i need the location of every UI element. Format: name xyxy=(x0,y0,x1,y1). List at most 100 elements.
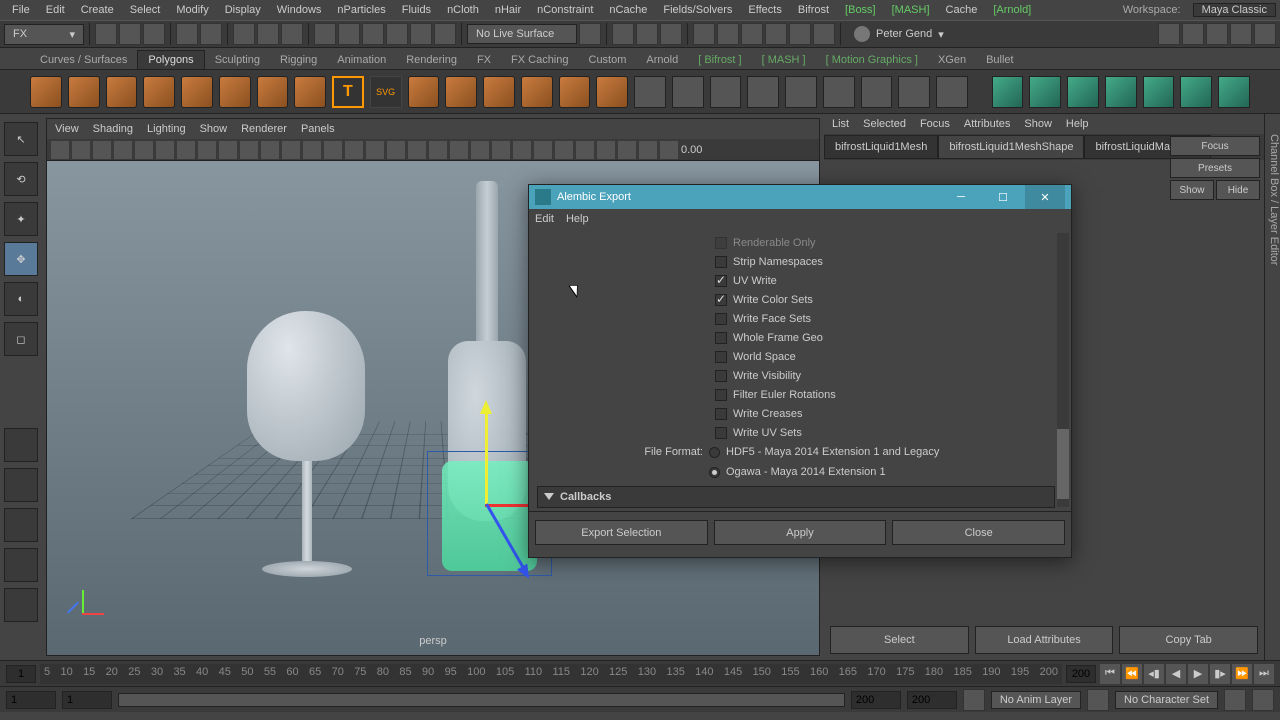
vp-icon[interactable] xyxy=(72,141,90,159)
undo-icon[interactable] xyxy=(176,23,198,45)
vp-icon[interactable] xyxy=(450,141,468,159)
menu-edit[interactable]: Edit xyxy=(38,4,73,16)
prefs-icon[interactable] xyxy=(1252,689,1274,711)
shelf-tab-arnold[interactable]: Arnold xyxy=(636,51,688,69)
vp-icon[interactable] xyxy=(303,141,321,159)
vp-icon[interactable] xyxy=(177,141,195,159)
step-fwd-icon[interactable]: ⏩ xyxy=(1232,664,1252,684)
vp-icon[interactable] xyxy=(492,141,510,159)
quad-draw-icon[interactable] xyxy=(1105,76,1137,108)
time-end-field[interactable] xyxy=(1066,665,1096,683)
crease-icon[interactable] xyxy=(1218,76,1250,108)
menu-nconstraint[interactable]: nConstraint xyxy=(529,4,601,16)
vp-icon[interactable] xyxy=(114,141,132,159)
mirror-icon[interactable] xyxy=(936,76,968,108)
menu-create[interactable]: Create xyxy=(73,4,122,16)
vp-icon[interactable] xyxy=(534,141,552,159)
construction-icon[interactable] xyxy=(612,23,634,45)
shelf-tab-rigging[interactable]: Rigging xyxy=(270,51,327,69)
vp-icon[interactable] xyxy=(387,141,405,159)
menu-fluids[interactable]: Fluids xyxy=(394,4,439,16)
shelf-tab-curves[interactable]: Curves / Surfaces xyxy=(30,51,137,69)
menu-cache[interactable]: Cache xyxy=(938,4,986,16)
poly-plane-icon[interactable] xyxy=(181,76,213,108)
ae-list[interactable]: List xyxy=(832,118,849,130)
extrude-icon[interactable] xyxy=(710,76,742,108)
close-icon[interactable]: ✕ xyxy=(1025,185,1065,209)
account-area[interactable]: Peter Gend ▾ xyxy=(846,26,952,42)
checkbox-write-uv-sets[interactable] xyxy=(715,427,727,439)
ae-attributes[interactable]: Attributes xyxy=(964,118,1010,130)
move-tool[interactable]: ✥ xyxy=(4,242,38,276)
rotate-tool[interactable]: ◐ xyxy=(4,282,38,316)
vp-icon[interactable] xyxy=(135,141,153,159)
ae-copytab-button[interactable]: Copy Tab xyxy=(1119,626,1258,654)
menu-mash[interactable]: [MASH] xyxy=(884,4,938,16)
checkbox-whole-frame-geo[interactable] xyxy=(715,332,727,344)
layout-single-icon[interactable] xyxy=(4,508,38,542)
close-button[interactable]: Close xyxy=(892,520,1065,545)
apply-button[interactable]: Apply xyxy=(714,520,887,545)
play-back-icon[interactable]: ◀ xyxy=(1166,664,1186,684)
loop-icon[interactable] xyxy=(963,689,985,711)
snap-icon[interactable] xyxy=(410,23,432,45)
create-poly-icon[interactable] xyxy=(1143,76,1175,108)
shelf-tab-polygons[interactable]: Polygons xyxy=(137,50,204,69)
range-track[interactable] xyxy=(118,693,845,707)
shelf-tab-motiongfx[interactable]: [ Motion Graphics ] xyxy=(816,51,928,69)
range-end-d[interactable] xyxy=(907,691,957,709)
shelf-tab-fx[interactable]: FX xyxy=(467,51,501,69)
shelf-tab-fxcaching[interactable]: FX Caching xyxy=(501,51,578,69)
render-icon[interactable] xyxy=(789,23,811,45)
vp-icon[interactable] xyxy=(261,141,279,159)
vp-show[interactable]: Show xyxy=(200,123,228,135)
ae-tab[interactable]: bifrostLiquid1MeshShape xyxy=(938,135,1084,159)
checkbox-uv-write[interactable] xyxy=(715,275,727,287)
menu-arnold[interactable]: [Arnold] xyxy=(985,4,1039,16)
poly-soccer-icon[interactable] xyxy=(521,76,553,108)
vp-lighting[interactable]: Lighting xyxy=(147,123,186,135)
layout-persp-icon[interactable] xyxy=(4,588,38,622)
scrollbar-thumb[interactable] xyxy=(1057,429,1069,499)
select-mode-icon[interactable] xyxy=(233,23,255,45)
vp-icon[interactable] xyxy=(429,141,447,159)
vp-icon[interactable] xyxy=(408,141,426,159)
bool-union-icon[interactable] xyxy=(992,76,1024,108)
select-mode-icon[interactable] xyxy=(257,23,279,45)
vp-icon[interactable] xyxy=(618,141,636,159)
vp-icon[interactable] xyxy=(660,141,678,159)
vp-icon[interactable] xyxy=(324,141,342,159)
step-back-icon[interactable]: ⏪ xyxy=(1122,664,1142,684)
vp-icon[interactable] xyxy=(219,141,237,159)
anim-layer-combo[interactable]: No Anim Layer xyxy=(991,691,1081,709)
render-icon[interactable] xyxy=(717,23,739,45)
construction-icon[interactable] xyxy=(636,23,658,45)
construction-icon[interactable] xyxy=(660,23,682,45)
vp-renderer[interactable]: Renderer xyxy=(241,123,287,135)
checkbox-world-space[interactable] xyxy=(715,351,727,363)
poly-sphere-icon[interactable] xyxy=(30,76,62,108)
ae-presets-button[interactable]: Presets xyxy=(1170,158,1260,178)
vp-panels[interactable]: Panels xyxy=(301,123,335,135)
time-start-field[interactable] xyxy=(6,665,36,683)
vp-icon[interactable] xyxy=(366,141,384,159)
redo-icon[interactable] xyxy=(200,23,222,45)
radio-hdf5[interactable] xyxy=(709,447,720,458)
render-icon[interactable] xyxy=(693,23,715,45)
dialog-help-menu[interactable]: Help xyxy=(566,213,589,225)
shelf-tab-sculpting[interactable]: Sculpting xyxy=(205,51,270,69)
checkbox-filter-euler-rotations[interactable] xyxy=(715,389,727,401)
range-end-c[interactable] xyxy=(851,691,901,709)
checkbox-write-color-sets[interactable] xyxy=(715,294,727,306)
new-scene-icon[interactable] xyxy=(95,23,117,45)
panel-toggle-icon[interactable] xyxy=(1158,23,1180,45)
shelf-tab-bifrost[interactable]: [ Bifrost ] xyxy=(688,51,751,69)
set-key-icon[interactable] xyxy=(1087,689,1109,711)
lasso-tool[interactable]: ⟲ xyxy=(4,162,38,196)
vp-icon[interactable] xyxy=(513,141,531,159)
vp-icon[interactable] xyxy=(597,141,615,159)
layout-outliner-icon[interactable] xyxy=(4,548,38,582)
render-icon[interactable] xyxy=(765,23,787,45)
menu-file[interactable]: File xyxy=(4,4,38,16)
menu-modify[interactable]: Modify xyxy=(168,4,216,16)
